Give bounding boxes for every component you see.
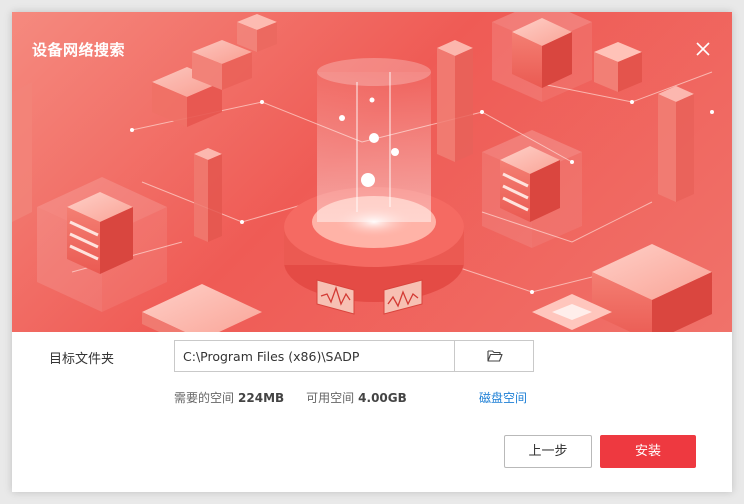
back-button[interactable]: 上一步 (504, 435, 592, 468)
required-space-label: 需要的空间 (174, 391, 235, 405)
window-title: 设备网络搜索 (32, 41, 126, 59)
folder-open-icon (487, 350, 503, 362)
banner-illustration (12, 12, 714, 332)
browse-folder-button[interactable] (454, 341, 534, 371)
available-space-value: 4.00GB (358, 391, 407, 405)
required-space-value: 224MB (238, 391, 285, 405)
install-button[interactable]: 安装 (600, 435, 696, 468)
install-path-field (174, 340, 534, 372)
install-path-input[interactable] (175, 341, 453, 371)
disk-space-link[interactable]: 磁盘空间 (479, 389, 527, 406)
available-space-label: 可用空间 (306, 391, 355, 405)
close-icon (696, 42, 710, 56)
installer-window: 设备网络搜索 目标文件夹 需要的空间224MB 可用空间4.00GB 磁盘空间 上… (12, 12, 732, 492)
space-info: 需要的空间 224MB 可用空间 4.00GB (174, 389, 407, 406)
close-button[interactable] (692, 38, 714, 60)
target-folder-label: 目标文件夹 (49, 352, 115, 367)
header-banner: 设备网络搜索 (12, 12, 732, 332)
